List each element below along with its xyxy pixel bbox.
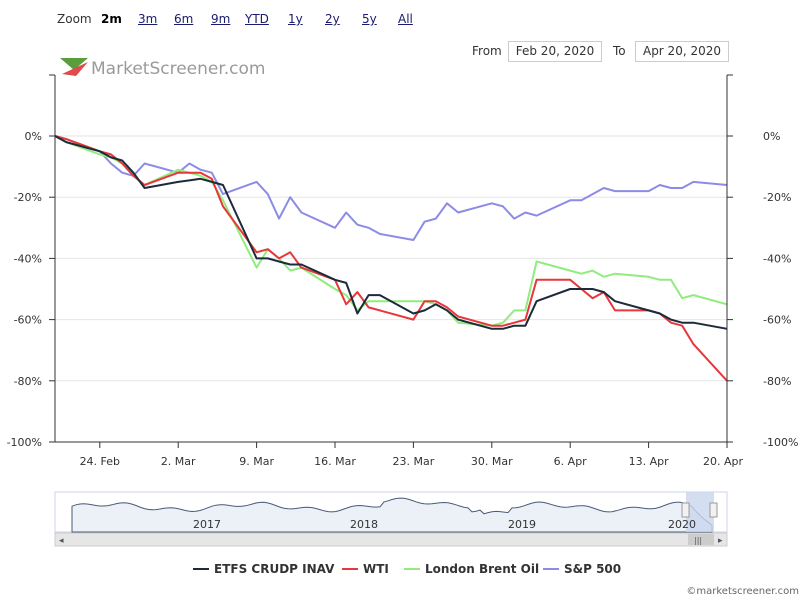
series-line-etfs-crudp-inav[interactable] xyxy=(54,135,728,330)
y-tick-label-right: 0% xyxy=(763,130,780,143)
legend-item-london-brent-oil[interactable]: London Brent Oil xyxy=(404,562,539,576)
legend-label: WTI xyxy=(363,562,389,576)
x-tick-label: 30. Mar xyxy=(471,455,513,468)
navigator-scrollbar[interactable] xyxy=(54,532,728,547)
y-tick-label-right: -60% xyxy=(763,314,791,327)
y-tick-label-right: -100% xyxy=(763,436,798,449)
chart-area: MarketScreener.com 0% 0% -20% -20% -40% -40% -… xyxy=(7,58,798,547)
y-tick-label-right: -80% xyxy=(763,375,791,388)
y-tick-label-right: -20% xyxy=(763,191,791,204)
legend-label: S&P 500 xyxy=(564,562,622,576)
legend-swatch xyxy=(193,568,209,570)
scrollbar-grip-icon: ||| xyxy=(694,536,702,545)
x-tick-label: 16. Mar xyxy=(314,455,356,468)
legend-item-etfs-crudp-inav[interactable]: ETFS CRUDP INAV xyxy=(193,562,334,576)
y-tick-label-left: -60% xyxy=(14,314,42,327)
y-tick-label-left: -80% xyxy=(14,375,42,388)
legend-swatch xyxy=(404,568,420,570)
y-tick-label-left: -100% xyxy=(7,436,42,449)
navigator-year-2020: 2020 xyxy=(668,518,696,531)
legend-swatch xyxy=(342,568,358,570)
x-tick-label: 24. Feb xyxy=(80,455,120,468)
navigator-year-2018: 2018 xyxy=(350,518,378,531)
navigator[interactable]: 2017 2018 2019 2020 ||| ◂ ▸ xyxy=(54,491,728,547)
y-tick-label-left: -40% xyxy=(14,252,42,265)
watermark-text: MarketScreener.com xyxy=(91,59,265,79)
legend-item-sp500[interactable]: S&P 500 xyxy=(543,562,621,576)
navigator-right-handle[interactable] xyxy=(709,502,718,518)
series-line-s-p-500[interactable] xyxy=(54,135,728,241)
y-tick-label-left: 0% xyxy=(25,130,42,143)
legend-swatch xyxy=(543,568,559,570)
axes: 0% 0% -20% -20% -40% -40% -60% -60% -80% -80% -100… xyxy=(7,74,798,468)
legend-label: ETFS CRUDP INAV xyxy=(214,562,335,576)
x-tick-label: 13. Apr xyxy=(629,455,669,468)
navigator-year-2019: 2019 xyxy=(508,518,536,531)
x-tick-label: 2. Mar xyxy=(161,455,196,468)
x-tick-label: 23. Mar xyxy=(393,455,435,468)
x-tick-label: 9. Mar xyxy=(239,455,274,468)
legend: ETFS CRUDP INAV WTI London Brent Oil S&P… xyxy=(0,562,805,580)
legend-item-wti[interactable]: WTI xyxy=(342,562,389,576)
navigator-left-handle[interactable] xyxy=(681,502,690,518)
scroll-left-icon[interactable]: ◂ xyxy=(59,536,64,546)
x-tick-label: 20. Apr xyxy=(703,455,743,468)
x-tick-label: 6. Apr xyxy=(554,455,587,468)
legend-label: London Brent Oil xyxy=(425,562,540,576)
scroll-right-icon[interactable]: ▸ xyxy=(718,536,723,546)
credit-text: ©marketscreener.com xyxy=(686,586,799,597)
y-tick-label-left: -20% xyxy=(14,191,42,204)
series-line-london-brent-oil[interactable] xyxy=(54,135,728,327)
watermark: MarketScreener.com xyxy=(60,58,265,79)
y-tick-label-right: -40% xyxy=(763,252,791,265)
navigator-year-2017: 2017 xyxy=(193,518,221,531)
